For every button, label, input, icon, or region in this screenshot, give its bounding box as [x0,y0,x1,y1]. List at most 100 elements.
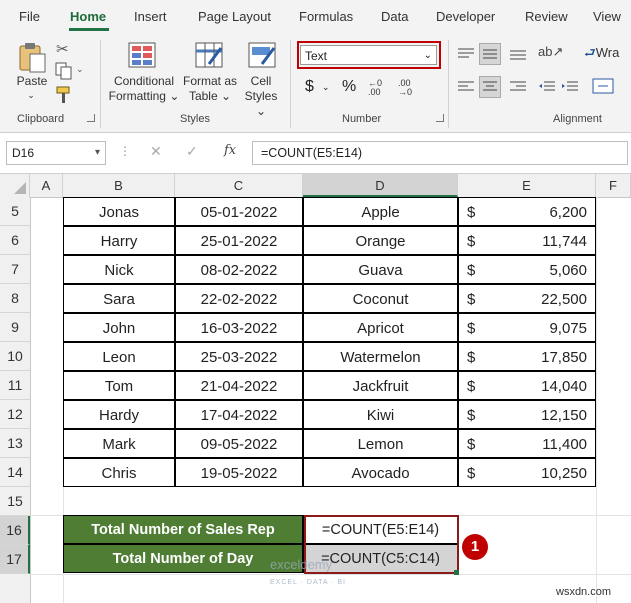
cell-date[interactable]: 16-03-2022 [175,313,303,342]
cell-amount[interactable]: $14,040 [458,371,596,400]
cell-styles-icon[interactable] [248,42,278,75]
select-all-corner[interactable] [0,174,30,197]
top-align-icon[interactable] [457,46,475,67]
column-header-f[interactable]: F [596,174,631,197]
cell-name[interactable]: Jonas [63,197,175,226]
fill-handle[interactable] [454,570,459,575]
cancel-icon[interactable]: ✕ [150,143,162,160]
cell-date[interactable]: 08-02-2022 [175,255,303,284]
row-header-16[interactable]: 16 [0,516,30,545]
format-as-table-icon[interactable] [195,42,225,75]
column-header-b[interactable]: B [63,174,175,197]
tab-file[interactable]: File [19,9,40,24]
row-header-11[interactable]: 11 [0,371,30,400]
column-header-a[interactable]: A [30,174,63,197]
currency-button[interactable]: $ [305,78,314,96]
row-header-6[interactable]: 6 [0,226,30,255]
row-header-15[interactable]: 15 [0,487,30,516]
tab-formulas[interactable]: Formulas [299,9,353,24]
column-header-d[interactable]: D [303,174,458,197]
cell-name[interactable]: Nick [63,255,175,284]
tab-review[interactable]: Review [525,9,568,24]
cell-item[interactable]: Avocado [303,458,458,487]
cell-item[interactable]: Orange [303,226,458,255]
cell-amount[interactable]: $10,250 [458,458,596,487]
row-header-17[interactable]: 17 [0,545,30,574]
row-header-10[interactable]: 10 [0,342,30,371]
decrease-decimal-icon[interactable]: .00 →0 [398,79,412,97]
cell-item[interactable]: Jackfruit [303,371,458,400]
cell-date[interactable]: 22-02-2022 [175,284,303,313]
cell-item[interactable]: Watermelon [303,342,458,371]
summary-label-sales-rep[interactable]: Total Number of Sales Rep [63,515,303,544]
insert-function-icon[interactable]: fx [224,143,236,158]
cell-amount[interactable]: $5,060 [458,255,596,284]
formula-input[interactable]: =COUNT(E5:E14) [252,141,628,165]
cell-date[interactable]: 09-05-2022 [175,429,303,458]
middle-align-icon[interactable] [479,43,501,65]
cell-name[interactable]: Tom [63,371,175,400]
cell-amount[interactable]: $11,744 [458,226,596,255]
cell-amount[interactable]: $22,500 [458,284,596,313]
number-launcher-icon[interactable] [436,114,444,122]
cell-item[interactable]: Lemon [303,429,458,458]
row-header-5[interactable]: 5 [0,197,30,226]
cell-date[interactable]: 19-05-2022 [175,458,303,487]
cell-date[interactable]: 25-01-2022 [175,226,303,255]
tab-view[interactable]: View [593,9,621,24]
cell-name[interactable]: Chris [63,458,175,487]
increase-decimal-icon[interactable]: ←0.00 [368,79,382,97]
row-header-9[interactable]: 9 [0,313,30,342]
summary-formula-sales-rep[interactable]: =COUNT(E5:E14) [303,515,458,544]
clipboard-launcher-icon[interactable] [87,114,95,122]
cell-item[interactable]: Apricot [303,313,458,342]
align-right-icon[interactable] [509,80,527,99]
decrease-indent-icon[interactable] [538,80,556,99]
cell-amount[interactable]: $12,150 [458,400,596,429]
align-center-icon[interactable] [479,76,501,98]
cell-date[interactable]: 05-01-2022 [175,197,303,226]
paste-dropdown-icon[interactable]: ⌄ [25,88,37,103]
cell-item[interactable]: Guava [303,255,458,284]
tab-insert[interactable]: Insert [134,9,167,24]
cell-name[interactable]: Leon [63,342,175,371]
cell-name[interactable]: Harry [63,226,175,255]
cell-name[interactable]: Mark [63,429,175,458]
cell-styles-label[interactable]: Cell Styles ⌄ [238,74,284,119]
tab-home[interactable]: Home [70,9,106,24]
format-painter-icon[interactable] [55,86,73,109]
bottom-align-icon[interactable] [509,46,527,67]
summary-label-day[interactable]: Total Number of Day [63,544,303,573]
percent-button[interactable]: % [342,78,356,96]
cell-item[interactable]: Kiwi [303,400,458,429]
column-header-c[interactable]: C [175,174,303,197]
cell-name[interactable]: Sara [63,284,175,313]
cell-amount[interactable]: $17,850 [458,342,596,371]
merge-center-icon[interactable] [592,78,614,99]
conditional-formatting-label[interactable]: Conditional Formatting ⌄ [108,74,180,104]
cell-name[interactable]: John [63,313,175,342]
tab-data[interactable]: Data [381,9,408,24]
tab-page-layout[interactable]: Page Layout [198,9,271,24]
cut-icon[interactable]: ✂ [56,40,69,58]
cell-amount[interactable]: $9,075 [458,313,596,342]
cell-name[interactable]: Hardy [63,400,175,429]
row-header-8[interactable]: 8 [0,284,30,313]
cell-amount[interactable]: $6,200 [458,197,596,226]
tab-developer[interactable]: Developer [436,9,495,24]
cell-date[interactable]: 25-03-2022 [175,342,303,371]
row-header-13[interactable]: 13 [0,429,30,458]
copy-icon[interactable] [55,62,73,85]
cell-amount[interactable]: $11,400 [458,429,596,458]
enter-icon[interactable]: ✓ [186,143,198,160]
format-as-table-label[interactable]: Format as Table ⌄ [181,74,239,104]
increase-indent-icon[interactable] [561,80,579,99]
column-header-e[interactable]: E [458,174,596,197]
wrap-text-button[interactable]: ⮐Wra [584,44,619,66]
cell-date[interactable]: 17-04-2022 [175,400,303,429]
align-left-icon[interactable] [457,80,475,99]
cell-item[interactable]: Coconut [303,284,458,313]
orientation-icon[interactable]: ab↗ [538,44,563,60]
conditional-formatting-icon[interactable] [128,42,158,75]
currency-dropdown-icon[interactable]: ⌄ [322,82,330,93]
